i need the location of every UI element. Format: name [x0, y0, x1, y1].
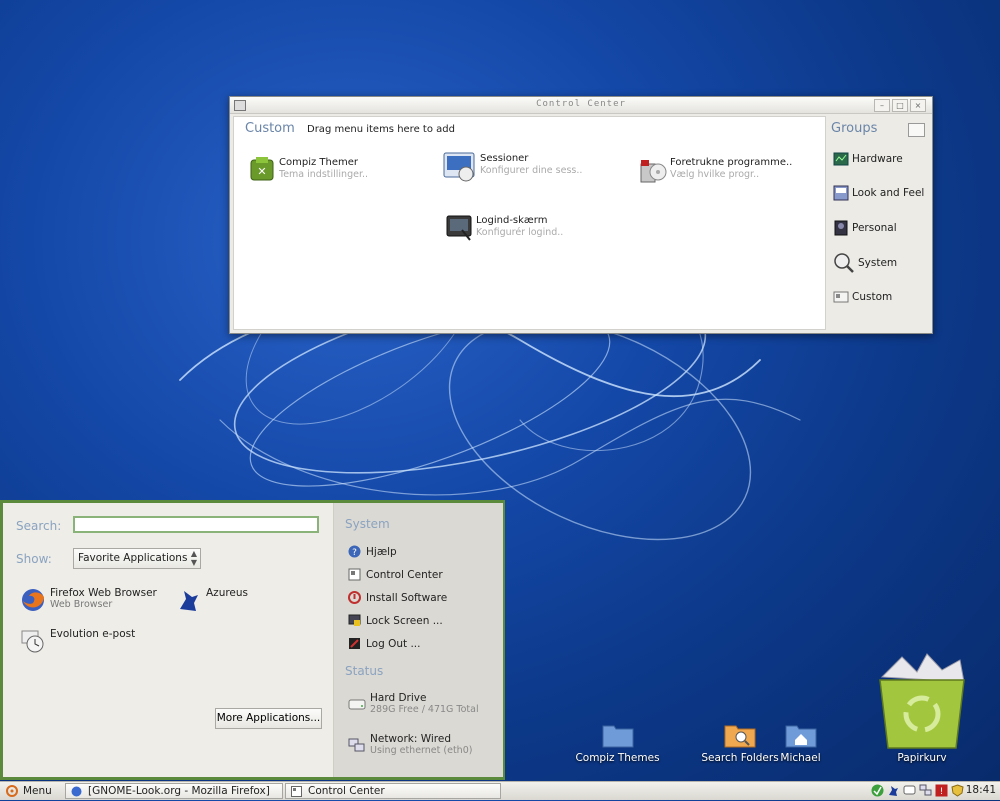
evolution-clock-icon: [20, 628, 46, 654]
chat-tray-icon[interactable]: [903, 784, 916, 797]
window-title: Control Center: [536, 99, 626, 109]
system-item-control-center[interactable]: Control Center: [348, 568, 443, 581]
app-foretrukne-programmer[interactable]: Foretrukne programme.. Vælg hvilke progr…: [638, 154, 792, 184]
system-tray: !: [871, 784, 964, 797]
trash-icon: [872, 652, 972, 752]
custom-heading: Custom: [245, 121, 295, 136]
distro-logo-icon: [6, 785, 18, 797]
network-tray-icon[interactable]: [919, 784, 932, 797]
close-button[interactable]: ×: [910, 99, 926, 112]
app-compiz-themer[interactable]: ✕ Compiz Themer Tema indstillinger..: [247, 154, 368, 184]
group-personal[interactable]: Personal: [833, 220, 897, 236]
maximize-button[interactable]: □: [892, 99, 908, 112]
status-heading: Status: [345, 664, 384, 678]
window-titlebar[interactable]: Control Center – □ ×: [230, 97, 932, 114]
menu-app-azureus[interactable]: Azureus: [176, 587, 248, 613]
custom-area: Custom Drag menu items here to add ✕ Com…: [233, 116, 826, 330]
custom-hint: Drag menu items here to add: [307, 124, 455, 135]
status-hard-drive[interactable]: Hard Drive 289G Free / 471G Total: [348, 692, 479, 715]
personal-icon: [833, 220, 849, 236]
taskbar-clock[interactable]: 18:41: [966, 784, 996, 796]
show-label: Show:: [16, 552, 52, 566]
menu-app-firefox[interactable]: Firefox Web Browser Web Browser: [20, 587, 157, 613]
look-and-feel-icon: [833, 185, 849, 201]
control-center-window: Control Center – □ × Custom Drag menu it…: [229, 96, 933, 334]
custom-group-icon: [833, 289, 849, 305]
menu-right-pane: System ? Hjælp Control Center Install So…: [333, 503, 503, 777]
svg-text:✕: ✕: [257, 165, 266, 178]
taskbar: Menu [GNOME-Look.org - Mozilla Firefox] …: [0, 781, 1000, 800]
preferred-applications-icon: [638, 154, 668, 184]
group-look-and-feel[interactable]: Look and Feel: [833, 185, 924, 201]
desktop-icon-search-folders[interactable]: Search Folders: [700, 722, 780, 764]
folder-icon: [602, 722, 634, 748]
system-item-lock-screen[interactable]: Lock Screen ...: [348, 614, 443, 627]
groups-toggle-button[interactable]: [908, 123, 925, 137]
shield-tray-icon[interactable]: [951, 784, 964, 797]
system-heading: System: [345, 517, 390, 531]
log-out-icon: [348, 637, 361, 650]
svg-text:?: ?: [352, 548, 357, 558]
group-hardware[interactable]: Hardware: [833, 151, 903, 167]
firefox-small-icon: [71, 786, 82, 797]
control-center-small-icon: [291, 786, 302, 797]
menu-left-pane: Search: Show: Favorite Applications ▲ ▼ F…: [3, 503, 333, 777]
minimize-button[interactable]: –: [874, 99, 890, 112]
taskbar-menu-button[interactable]: Menu: [2, 783, 56, 799]
desktop-icon-michael[interactable]: Michael: [778, 722, 823, 764]
hardware-icon: [833, 151, 849, 167]
firefox-icon: [20, 587, 46, 613]
desktop-icon-papirkurv[interactable]: Papirkurv: [866, 652, 978, 764]
search-input[interactable]: [73, 516, 319, 533]
app-sessioner[interactable]: Sessioner Konfigurer dine sess..: [442, 150, 582, 184]
search-label: Search:: [16, 519, 62, 533]
group-custom[interactable]: Custom: [833, 289, 892, 305]
updates-tray-icon[interactable]: [871, 784, 884, 797]
alert-tray-icon[interactable]: !: [935, 784, 948, 797]
search-folder-icon: [724, 722, 756, 748]
network-wired-icon: [348, 737, 366, 753]
status-network[interactable]: Network: Wired Using ethernet (eth0): [348, 733, 472, 756]
desktop-icon-compiz-themes[interactable]: Compiz Themes: [575, 722, 660, 764]
azureus-frog-icon: [176, 587, 202, 613]
compiz-themer-icon: ✕: [247, 154, 277, 184]
system-item-install-software[interactable]: Install Software: [348, 591, 447, 604]
system-item-help[interactable]: ? Hjælp: [348, 545, 397, 558]
app-logind-skaerm[interactable]: Logind-skærm Konfigurér logind..: [444, 212, 563, 242]
menu-app-evolution[interactable]: Evolution e-post: [20, 628, 135, 654]
hard-drive-icon: [348, 696, 366, 712]
sessions-icon: [442, 150, 478, 184]
show-dropdown[interactable]: Favorite Applications ▲ ▼: [73, 548, 201, 569]
azureus-tray-icon[interactable]: [887, 784, 900, 797]
install-software-icon: [348, 591, 361, 604]
main-menu-panel: Search: Show: Favorite Applications ▲ ▼ F…: [0, 500, 505, 780]
login-screen-icon: [444, 212, 474, 242]
system-magnifier-icon: [833, 252, 855, 274]
home-folder-icon: [785, 722, 817, 748]
group-system[interactable]: System: [833, 252, 897, 274]
taskbar-task-firefox[interactable]: [GNOME-Look.org - Mozilla Firefox]: [65, 783, 283, 799]
svg-text:!: !: [940, 787, 944, 797]
control-center-icon: [348, 568, 361, 581]
lock-screen-icon: [348, 614, 361, 627]
taskbar-task-control-center[interactable]: Control Center: [285, 783, 501, 799]
more-applications-button[interactable]: More Applications...: [215, 708, 322, 729]
dropdown-arrows-icon: ▲ ▼: [190, 549, 197, 567]
groups-heading: Groups: [831, 121, 878, 136]
help-icon: ?: [348, 545, 361, 558]
system-item-log-out[interactable]: Log Out ...: [348, 637, 420, 650]
